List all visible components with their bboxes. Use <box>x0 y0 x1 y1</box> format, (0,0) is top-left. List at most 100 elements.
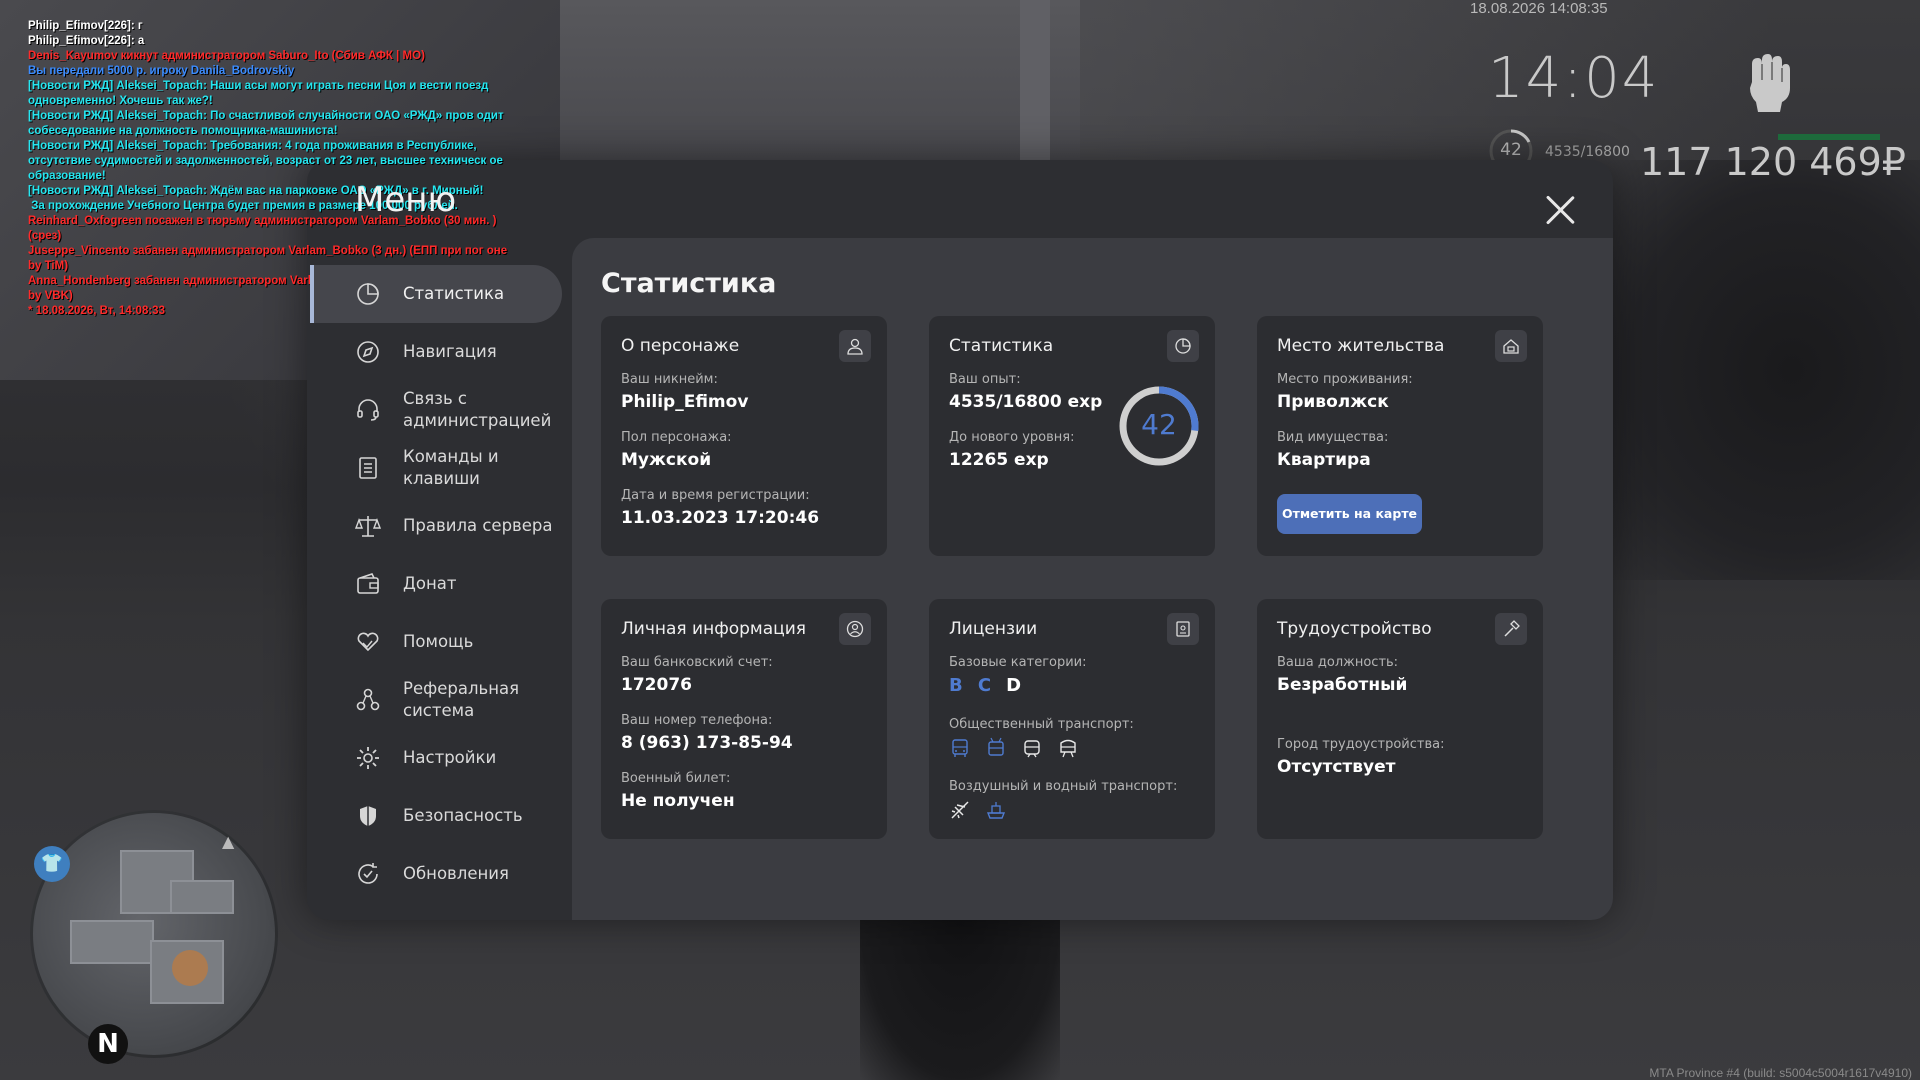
headset-icon <box>357 399 379 421</box>
house-icon <box>1495 330 1527 362</box>
property-type-value: Квартира <box>1277 450 1371 470</box>
exp-label: Ваш опыт: <box>949 372 1021 387</box>
bank-account-label: Ваш банковский счет: <box>621 655 773 670</box>
tram-icon <box>1024 740 1040 758</box>
airplane-icon <box>951 801 969 819</box>
chat-line: Philip_Efimov[226]: а <box>28 35 145 47</box>
hud-level: 42 <box>1500 140 1522 160</box>
nickname-label: Ваш никнейм: <box>621 372 718 387</box>
car <box>1600 160 1920 580</box>
hud-money: 117 120 469₽ <box>1640 140 1906 184</box>
user-icon <box>839 330 871 362</box>
phone-value: 8 (963) 173-85-94 <box>621 733 793 753</box>
card-title: Лицензии <box>949 619 1038 639</box>
position-value: Безработный <box>1277 675 1408 695</box>
pie-chart-icon <box>357 283 379 305</box>
registration-value: 11.03.2023 17:20:46 <box>621 508 820 528</box>
location-marker-icon <box>172 950 208 986</box>
air-water-transport-label: Воздушный и водный транспорт: <box>949 779 1178 794</box>
pie-chart-icon <box>1167 330 1199 362</box>
shop-marker-icon: 👕 <box>34 846 70 882</box>
next-level-value: 12265 exp <box>949 450 1049 470</box>
compass-icon <box>357 341 379 363</box>
license-category: B <box>949 675 963 696</box>
sidebar-item-label: Настройки <box>403 748 497 767</box>
card-title: Место жительства <box>1277 336 1445 356</box>
page-title: Статистика <box>601 268 777 299</box>
license-badge-icon <box>1167 613 1199 645</box>
sidebar-item-referral[interactable]: Реферальная система <box>310 671 562 729</box>
sidebar-item-label: Реферальная система <box>403 679 520 720</box>
gear-icon <box>357 747 379 769</box>
map-building <box>170 880 234 914</box>
card-title: О персонаже <box>621 336 740 356</box>
public-transport-label: Общественный транспорт: <box>949 717 1134 732</box>
menu-title: Меню <box>355 180 457 220</box>
card-employment: Трудоустройство Ваша должность: Безработ… <box>1257 599 1543 839</box>
position-label: Ваша должность: <box>1277 655 1399 670</box>
mark-on-map-button[interactable]: Отметить на карте <box>1277 494 1422 534</box>
card-personal-info: Личная информация Ваш банковский счет: 1… <box>601 599 887 839</box>
sidebar-item-navigation[interactable]: Навигация <box>310 323 562 381</box>
sidebar-item-commands[interactable]: Команды и клавиши <box>310 439 562 497</box>
refresh-check-icon <box>358 863 378 884</box>
sidebar-item-updates[interactable]: Обновления <box>310 845 562 903</box>
card-character: О персонаже Ваш никнейм: Philip_Efimov П… <box>601 316 887 556</box>
sidebar-item-help[interactable]: Помощь <box>310 613 562 671</box>
hud-clock: 14:04 <box>1488 46 1660 111</box>
chat-line: Denis_Kayumov кикнут администратором Sab… <box>28 50 425 62</box>
people-network-icon <box>356 688 380 711</box>
chat-line: [Новости РЖД] Aleksei_Topach: По счастли… <box>28 110 507 137</box>
building-marker-icon: ▲ <box>222 832 235 851</box>
card-title: Трудоустройство <box>1277 619 1432 639</box>
hud-date: 18.08.2026 14:08:35 <box>1470 0 1608 17</box>
sidebar-item-settings[interactable]: Настройки <box>310 729 562 787</box>
license-category: D <box>1006 675 1022 696</box>
card-residence: Место жительства Место проживания: Приво… <box>1257 316 1543 556</box>
card-title: Статистика <box>949 336 1054 356</box>
sidebar-item-security[interactable]: Безопасность <box>310 787 562 845</box>
trolleybus-icon <box>988 737 1004 756</box>
public-transport-icons <box>949 737 1079 759</box>
ship-icon <box>986 802 1006 819</box>
sidebar-item-label: Помощь <box>403 632 474 651</box>
sidebar-item-rules[interactable]: Правила сервера <box>310 497 562 555</box>
card-statistics: Статистика Ваш опыт: 4535/16800 exp До н… <box>929 316 1215 556</box>
sidebar-item-label: Донат <box>403 574 457 593</box>
sidebar-item-donate[interactable]: Донат <box>310 555 562 613</box>
wallet-icon <box>357 573 379 594</box>
heart-hands-icon <box>357 632 379 652</box>
north-indicator: N <box>88 1024 128 1064</box>
residence-place-label: Место проживания: <box>1277 372 1413 387</box>
scales-icon <box>355 516 381 537</box>
fist-weapon-icon <box>1750 54 1790 112</box>
base-categories-label: Базовые категории: <box>949 655 1087 670</box>
military-id-label: Военный билет: <box>621 771 731 786</box>
military-id-value: Не получен <box>621 791 735 811</box>
phone-label: Ваш номер телефона: <box>621 713 773 728</box>
job-city-value: Отсутствует <box>1277 757 1396 777</box>
exp-value: 4535/16800 exp <box>949 392 1103 412</box>
sidebar-item-contact-admin[interactable]: Связь с администрацией <box>310 381 562 439</box>
level-value: 42 <box>1141 408 1177 441</box>
job-city-label: Город трудоустройства: <box>1277 737 1445 752</box>
property-type-label: Вид имущества: <box>1277 430 1389 445</box>
sidebar-item-label: Связь с администрацией <box>403 389 552 430</box>
residence-place-value: Приволжск <box>1277 392 1389 412</box>
document-list-icon <box>359 457 377 479</box>
bus-icon <box>952 739 968 757</box>
registration-label: Дата и время регистрации: <box>621 488 810 503</box>
card-licenses: Лицензии Базовые категории: B C D Общест… <box>929 599 1215 839</box>
gender-value: Мужской <box>621 450 712 470</box>
sidebar-item-statistics[interactable]: Статистика <box>310 265 562 323</box>
sidebar: Статистика Навигация Связь с администрац… <box>310 265 562 903</box>
sidebar-item-label: Обновления <box>403 864 509 883</box>
bank-account-value: 172076 <box>621 675 692 695</box>
shield-icon <box>360 806 376 826</box>
hammer-icon <box>1495 613 1527 645</box>
chat-line: [Новости РЖД] Aleksei_Topach: Требования… <box>28 140 507 182</box>
chat-line: [Новости РЖД] Aleksei_Topach: Наши асы м… <box>28 80 492 107</box>
sidebar-item-label: Безопасность <box>403 806 523 825</box>
close-button[interactable] <box>1540 190 1580 230</box>
gender-label: Пол персонажа: <box>621 430 732 445</box>
